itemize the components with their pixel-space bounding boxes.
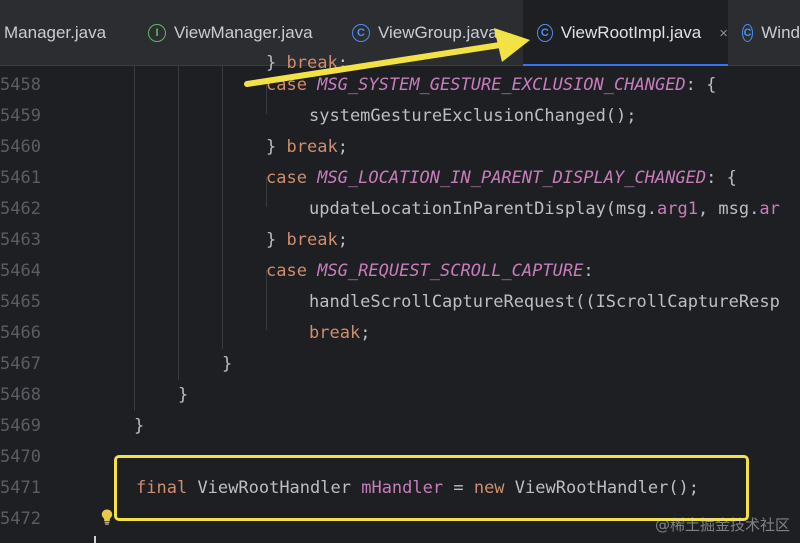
code-line: 5461 case MSG_LOCATION_IN_PARENT_DISPLAY… <box>0 163 800 194</box>
interface-icon: I <box>148 24 166 42</box>
code-line: 5466 break; <box>0 318 800 349</box>
code-line: 5469 } <box>0 411 800 442</box>
tab-label: ViewRootImpl.java <box>560 23 702 42</box>
line-number: 5462 <box>0 199 41 219</box>
line-number: 5471 <box>0 478 41 498</box>
line-number: 5460 <box>0 137 41 157</box>
line-number: 5472 <box>0 509 41 529</box>
code-line: 5468 } <box>0 380 800 411</box>
watermark: @稀土掘金技术社区 <box>654 516 790 534</box>
line-number: 5458 <box>0 75 41 95</box>
code-line: 5458 case MSG_SYSTEM_GESTURE_EXCLUSION_C… <box>0 70 800 101</box>
line-number: 5464 <box>0 261 41 281</box>
tab-label: Manager.java <box>4 23 107 42</box>
lightbulb-icon[interactable] <box>101 509 113 525</box>
code-line: 5465 handleScrollCaptureRequest((IScroll… <box>0 287 800 318</box>
line-number: 5466 <box>0 323 41 343</box>
class-icon: C <box>352 24 370 42</box>
highlight-box <box>114 455 749 521</box>
tab-label: Wind <box>761 23 800 42</box>
line-number: 5470 <box>0 447 41 467</box>
line-number: 5467 <box>0 354 41 374</box>
class-icon: C <box>742 24 754 42</box>
text-cursor <box>94 536 96 543</box>
line-number: 5461 <box>0 168 41 188</box>
line-number: 5469 <box>0 416 41 436</box>
code-line: 5462 updateLocationInParentDisplay(msg.a… <box>0 194 800 225</box>
code-line: 5460 } break; <box>0 132 800 163</box>
line-number: 5463 <box>0 230 41 250</box>
class-icon: C <box>537 24 553 42</box>
code-line: 5459 systemGestureExclusionChanged(); <box>0 101 800 132</box>
tab-label: ViewManager.java <box>174 23 313 42</box>
code-line: 5467 } <box>0 349 800 380</box>
line-number: 5468 <box>0 385 41 405</box>
tab-label: ViewGroup.java <box>378 23 498 42</box>
close-icon[interactable]: × <box>719 25 728 42</box>
line-number: 5459 <box>0 106 41 126</box>
code-line: 5464 case MSG_REQUEST_SCROLL_CAPTURE: <box>0 256 800 287</box>
code-line: 5463 } break; <box>0 225 800 256</box>
line-number: 5465 <box>0 292 41 312</box>
